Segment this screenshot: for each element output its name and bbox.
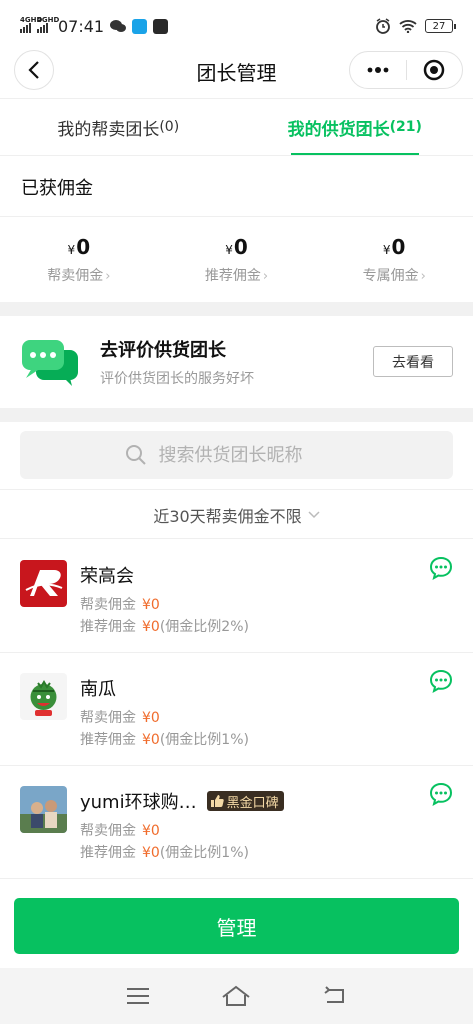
back-nav-icon[interactable]	[323, 986, 347, 1006]
network-type-2: 4GHD	[37, 16, 60, 24]
tab-bar: 我的帮卖团长 (0) 我的供货团长 (21)	[0, 98, 473, 156]
section-divider	[0, 302, 473, 316]
target-icon	[424, 59, 445, 81]
leader-name: 荣高会	[80, 566, 134, 587]
help-sell-commission: 帮卖佣金 ¥0	[80, 823, 160, 839]
leader-list: 荣高会 帮卖佣金 ¥0 推荐佣金 ¥0(佣金比例2%) 南瓜 帮卖佣金 ¥0 推荐佣金…	[0, 540, 473, 879]
menu-icon[interactable]	[126, 987, 150, 1005]
home-icon[interactable]	[221, 985, 251, 1007]
chat-bubbles-icon	[22, 340, 78, 386]
referral-commission: 推荐佣金 ¥0(佣金比例1%)	[80, 732, 249, 748]
signal-icon: 4GHD	[37, 16, 59, 33]
search-box[interactable]	[20, 431, 453, 479]
tab-supply-leaders[interactable]: 我的供货团长 (21)	[237, 99, 473, 155]
nav-bar: 团长管理	[0, 46, 473, 96]
status-bar: 4GHD 4GHD 07:41 27	[0, 0, 473, 52]
leader-name: yumi环球购… 黑金口碑	[80, 788, 284, 814]
currency-symbol: ¥	[382, 243, 391, 257]
avatar	[20, 786, 67, 833]
chevron-right-icon: ›	[262, 269, 269, 284]
more-dots-icon	[367, 67, 389, 73]
stat-label: 推荐佣金 ›	[204, 268, 269, 284]
review-title: 去评价供货团长	[100, 340, 226, 361]
stat-label: 帮卖佣金 ›	[47, 268, 111, 284]
status-left: 4GHD 4GHD 07:41	[20, 16, 169, 36]
status-time: 07:41	[58, 16, 105, 36]
currency-symbol: ¥	[225, 243, 233, 257]
status-right: 27	[375, 18, 456, 34]
leader-row[interactable]: 荣高会 帮卖佣金 ¥0 推荐佣金 ¥0(佣金比例2%)	[0, 540, 473, 653]
chevron-right-icon: ›	[420, 269, 426, 284]
back-button[interactable]	[14, 50, 54, 90]
system-nav-bar	[0, 968, 473, 1024]
stat-referral-commission[interactable]: ¥0 推荐佣金 ›	[158, 218, 316, 302]
search-section	[0, 422, 473, 490]
chat-icon[interactable]	[429, 669, 453, 693]
referral-commission: 推荐佣金 ¥0(佣金比例2%)	[80, 619, 249, 635]
page-title: 团长管理	[196, 60, 277, 85]
stat-value: ¥0	[67, 235, 91, 259]
chevron-right-icon: ›	[105, 269, 111, 284]
commission-title: 已获佣金	[0, 157, 473, 217]
stat-value: ¥0	[382, 235, 406, 259]
section-divider	[0, 408, 473, 422]
signal-icon: 4GHD	[20, 16, 42, 33]
avatar	[20, 560, 67, 607]
stat-help-sell-commission[interactable]: ¥0 帮卖佣金 ›	[0, 218, 158, 302]
commission-filter[interactable]: 近30天帮卖佣金不限	[0, 491, 473, 539]
tab-label: 我的帮卖团长	[57, 119, 160, 140]
tab-count: (21)	[389, 119, 422, 135]
more-button[interactable]	[350, 52, 406, 88]
search-icon	[125, 445, 146, 465]
chevron-down-icon	[308, 510, 320, 518]
filter-label: 近30天帮卖佣金不限	[153, 506, 302, 526]
wifi-icon	[399, 20, 417, 33]
chat-icon[interactable]	[429, 782, 453, 806]
mini-program-capsule	[349, 51, 463, 89]
referral-commission: 推荐佣金 ¥0(佣金比例1%)	[80, 845, 249, 861]
wechat-notification-icon	[110, 20, 127, 32]
tab-label: 我的供货团长	[287, 119, 390, 140]
stat-label: 专属佣金 ›	[362, 268, 426, 284]
weather-app-icon	[132, 18, 148, 34]
app-notification-icon	[153, 18, 169, 34]
review-subtitle: 评价供货团长的服务好坏	[100, 371, 254, 387]
go-review-button[interactable]: 去看看	[373, 346, 453, 377]
manage-button[interactable]: 管理	[14, 898, 459, 954]
commission-stats: ¥0 帮卖佣金 › ¥0 推荐佣金 › ¥0 专属佣金 ›	[0, 218, 473, 302]
chevron-left-icon	[28, 61, 39, 79]
stat-value: ¥0	[225, 235, 248, 259]
black-gold-badge: 黑金口碑	[206, 791, 284, 811]
help-sell-commission: 帮卖佣金 ¥0	[80, 597, 160, 613]
search-input[interactable]	[158, 444, 349, 466]
avatar	[20, 673, 67, 720]
currency-symbol: ¥	[67, 243, 76, 257]
stat-exclusive-commission[interactable]: ¥0 专属佣金 ›	[315, 218, 473, 302]
review-card: 去评价供货团长 评价供货团长的服务好坏 去看看	[0, 316, 473, 408]
leader-row[interactable]: yumi环球购… 黑金口碑 帮卖佣金 ¥0 推荐佣金 ¥0(佣金比例1%)	[0, 766, 473, 879]
leader-row[interactable]: 南瓜 帮卖佣金 ¥0 推荐佣金 ¥0(佣金比例1%)	[0, 653, 473, 766]
chat-icon[interactable]	[429, 556, 453, 580]
tab-count: (0)	[159, 119, 180, 135]
thumbs-up-icon	[210, 795, 224, 807]
battery-icon: 27	[425, 19, 456, 33]
leader-name: 南瓜	[80, 679, 116, 700]
close-mini-program-button[interactable]	[407, 52, 463, 88]
help-sell-commission: 帮卖佣金 ¥0	[80, 710, 160, 726]
alarm-icon	[376, 18, 390, 34]
tab-help-sell-leaders[interactable]: 我的帮卖团长 (0)	[0, 99, 237, 155]
